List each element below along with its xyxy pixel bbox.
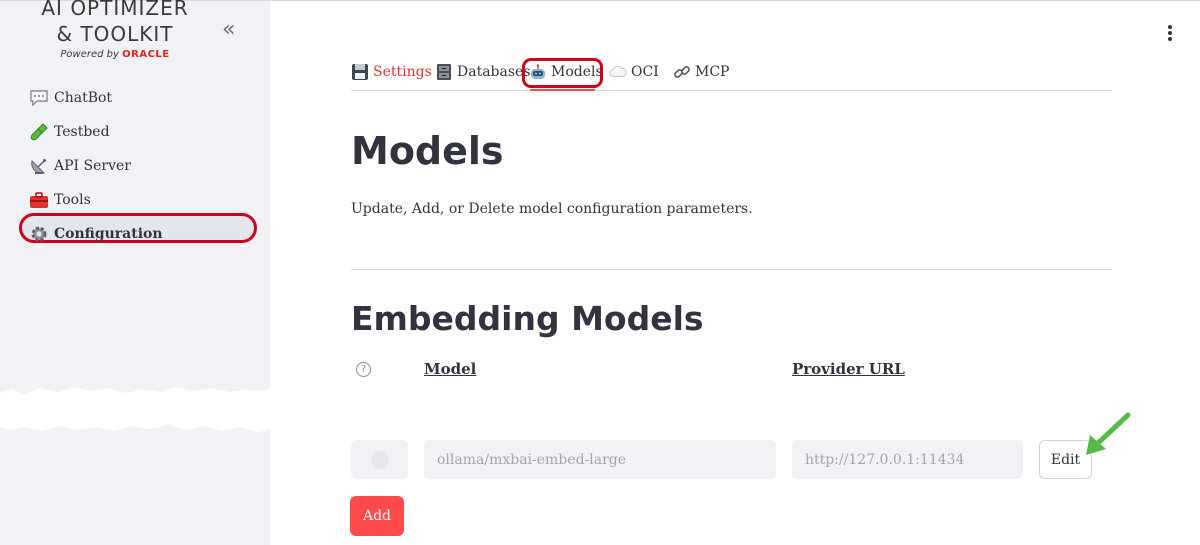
sidebar-nav: ChatBot Testbed API Server Tools Configu… [28, 81, 258, 251]
menu-dot [1168, 37, 1172, 41]
column-header-provider-url: Provider URL [792, 360, 905, 378]
test-tube-icon [28, 121, 50, 143]
sidebar-item-api-server[interactable]: API Server [28, 149, 258, 183]
floppy-disk-icon [351, 63, 369, 81]
toggle-knob [370, 450, 389, 469]
sidebar-item-testbed[interactable]: Testbed [28, 115, 258, 149]
model-enabled-toggle[interactable] [351, 440, 408, 479]
tab-settings[interactable]: Settings [351, 61, 432, 83]
logo-title-line2: & TOOLKIT [56, 22, 174, 46]
column-header-model: Model [424, 360, 477, 378]
app-logo: AI OPTIMIZER & TOOLKIT Powered by ORACLE [0, 0, 230, 60]
logo-powered-by: Powered by ORACLE [0, 49, 230, 60]
tab-label: OCI [631, 64, 659, 80]
section-divider [351, 269, 1111, 270]
satellite-dish-icon [28, 155, 50, 177]
menu-dot [1168, 31, 1172, 35]
logo-title-line1: AI OPTIMIZER [41, 0, 189, 20]
annotation-arrow-icon [1086, 412, 1131, 455]
main-menu-button[interactable] [1163, 23, 1177, 43]
tab-label: Settings [373, 64, 432, 80]
toolbox-icon [28, 189, 50, 211]
sidebar-item-configuration[interactable]: Configuration [28, 217, 258, 251]
sidebar-item-label: Configuration [54, 226, 163, 242]
link-icon [673, 63, 691, 81]
tab-label: MCP [695, 64, 730, 80]
provider-url-field: http://127.0.0.1:11434 [792, 440, 1023, 479]
tab-databases[interactable]: Databases [435, 61, 531, 83]
models-tab-underline [530, 89, 595, 91]
add-model-button[interactable]: Add [350, 496, 404, 536]
page-title: Models [351, 129, 504, 173]
cabinet-icon [435, 63, 453, 81]
sidebar-item-chatbot[interactable]: ChatBot [28, 81, 258, 115]
embedding-models-title: Embedding Models [351, 299, 704, 338]
torn-edge-decoration [0, 387, 272, 432]
collapse-sidebar-button[interactable]: « [222, 17, 235, 42]
sidebar-item-label: Tools [54, 192, 91, 208]
help-icon[interactable]: ? [356, 362, 371, 377]
sidebar: AI OPTIMIZER & TOOLKIT Powered by ORACLE… [0, 0, 272, 545]
sidebar-item-label: Testbed [54, 124, 110, 140]
tab-label: Databases [457, 64, 531, 80]
sidebar-item-label: ChatBot [54, 90, 113, 106]
model-name-field: ollama/mxbai-embed-large [424, 440, 776, 479]
powered-by-text: Powered by [60, 49, 119, 60]
page-description: Update, Add, or Delete model configurati… [351, 201, 753, 217]
oracle-brand: ORACLE [122, 49, 170, 60]
tab-oci[interactable]: OCI [609, 61, 659, 83]
gear-icon [28, 223, 50, 245]
tab-mcp[interactable]: MCP [673, 61, 729, 83]
menu-dot [1168, 25, 1172, 29]
models-tab-highlight-ring [522, 58, 603, 88]
sidebar-item-tools[interactable]: Tools [28, 183, 258, 217]
sidebar-item-label: API Server [54, 158, 131, 174]
cloud-icon [609, 63, 627, 81]
config-tabs: Settings Databases Models OCI MCP [351, 57, 1111, 91]
speech-bubble-icon [28, 87, 50, 109]
